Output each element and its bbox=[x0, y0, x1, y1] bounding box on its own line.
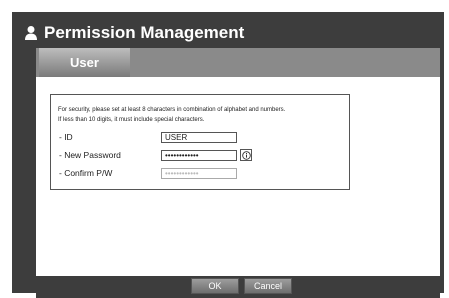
id-label: - ID bbox=[59, 132, 73, 142]
password-form: For security, please set at least 8 char… bbox=[50, 94, 350, 190]
security-notice-line-2: If less than 10 digits, it must include … bbox=[58, 117, 205, 123]
cancel-button[interactable]: Cancel bbox=[244, 278, 292, 294]
security-notice-line-1: For security, please set at least 8 char… bbox=[58, 107, 286, 113]
user-icon bbox=[24, 25, 38, 41]
dialog-footer: OK Cancel bbox=[36, 276, 440, 298]
info-icon[interactable] bbox=[240, 149, 252, 161]
id-field[interactable]: USER bbox=[161, 132, 237, 143]
confirm-password-field[interactable]: •••••••••••• bbox=[161, 168, 237, 179]
tab-bar: User bbox=[36, 48, 440, 77]
security-notice: For security, please set at least 8 char… bbox=[58, 105, 285, 125]
permission-management-dialog: Permission Management User For security,… bbox=[12, 12, 444, 298]
user-panel: For security, please set at least 8 char… bbox=[36, 77, 440, 276]
dialog-title: Permission Management bbox=[24, 22, 244, 44]
new-password-field[interactable]: •••••••••••• bbox=[161, 150, 237, 161]
ok-button[interactable]: OK bbox=[191, 278, 239, 294]
new-password-label: - New Password bbox=[59, 150, 121, 160]
dialog-title-text: Permission Management bbox=[44, 23, 245, 42]
tab-user[interactable]: User bbox=[39, 48, 130, 77]
confirm-password-label: - Confirm P/W bbox=[59, 168, 113, 178]
